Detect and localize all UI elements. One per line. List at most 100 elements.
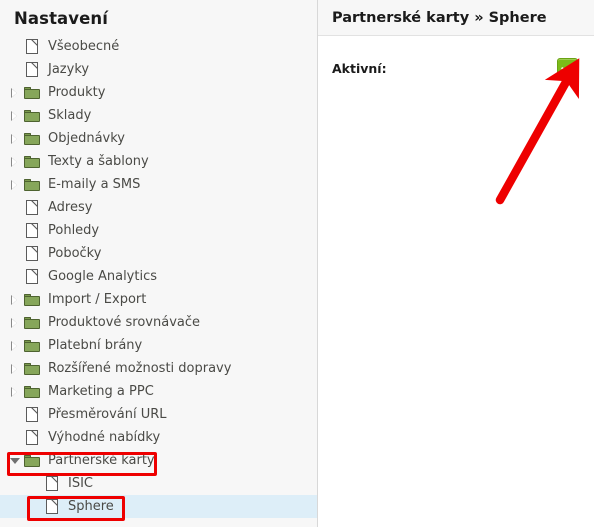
tree-item-isic[interactable]: ISIC [0, 472, 317, 495]
tree-item-objedn-vky[interactable]: Objednávky [0, 127, 317, 150]
settings-tree: Všeobecné Jazyky Produkty Sklady Objednávky T… [0, 35, 317, 518]
tree-item-import-export[interactable]: Import / Export [0, 288, 317, 311]
tree-expander-spacer [8, 58, 21, 81]
tree-item-adresy[interactable]: Adresy [0, 196, 317, 219]
tree-expander-spacer [8, 265, 21, 288]
tree-expander-spacer [8, 35, 21, 58]
file-icon [23, 58, 41, 81]
tree-item-platebn-br-ny[interactable]: Platební brány [0, 334, 317, 357]
tree-item-label: Adresy [48, 200, 93, 215]
folder-icon [23, 380, 41, 403]
tree-item-marketing-a-ppc[interactable]: Marketing a PPC [0, 380, 317, 403]
file-icon [23, 242, 41, 265]
chevron-right-icon[interactable] [11, 179, 17, 190]
tree-expander[interactable] [8, 380, 21, 403]
chevron-right-icon[interactable] [11, 340, 17, 351]
tree-item-label: ISIC [68, 476, 93, 491]
tree-expander[interactable] [8, 334, 21, 357]
tree-item-pobo-ky[interactable]: Pobočky [0, 242, 317, 265]
tree-item-v-eobecn[interactable]: Všeobecné [0, 35, 317, 58]
tree-expander[interactable] [8, 127, 21, 150]
tree-expander[interactable] [8, 357, 21, 380]
tree-item-label: Pobočky [48, 246, 102, 261]
chevron-right-icon[interactable] [11, 87, 17, 98]
tree-item-label: Pohledy [48, 223, 100, 238]
tree-item-label: Platební brány [48, 338, 143, 353]
tree-item-sphere[interactable]: Sphere [0, 495, 317, 518]
aktivni-field [557, 58, 578, 79]
tree-expander-spacer [8, 219, 21, 242]
check-icon [560, 63, 574, 74]
folder-icon [23, 127, 41, 150]
tree-item-label: Objednávky [48, 131, 126, 146]
tree-item-label: Partnerské karty [48, 453, 155, 468]
tree-item-label: Sphere [68, 499, 114, 514]
aktivni-checkbox[interactable] [557, 58, 578, 79]
tree-item-label: Jazyky [48, 62, 90, 77]
folder-icon [23, 173, 41, 196]
folder-icon [23, 104, 41, 127]
folder-icon [23, 288, 41, 311]
tree-expander-spacer [28, 472, 41, 495]
chevron-right-icon[interactable] [11, 363, 17, 374]
form-row-aktivni: Aktivní: [318, 36, 594, 79]
tree-item-label: Přesměrování URL [48, 407, 167, 422]
tree-expander[interactable] [8, 311, 21, 334]
sidebar-title: Nastavení [14, 9, 109, 28]
file-icon [23, 35, 41, 58]
tree-item-produkty[interactable]: Produkty [0, 81, 317, 104]
file-icon [23, 265, 41, 288]
chevron-right-icon[interactable] [11, 317, 17, 328]
tree-expander[interactable] [8, 150, 21, 173]
file-icon [43, 495, 61, 518]
tree-expander[interactable] [8, 288, 21, 311]
tree-item-e-maily-a-sms[interactable]: E-maily a SMS [0, 173, 317, 196]
file-icon [23, 219, 41, 242]
tree-item-produktov-srovn-va-e[interactable]: Produktové srovnávače [0, 311, 317, 334]
tree-item-label: Výhodné nabídky [48, 430, 161, 445]
chevron-right-icon[interactable] [11, 156, 17, 167]
breadcrumb-title: Partnerské karty » Sphere [332, 9, 547, 26]
tree-item-label: Texty a šablony [48, 154, 149, 169]
chevron-right-icon[interactable] [11, 133, 17, 144]
chevron-right-icon[interactable] [11, 110, 17, 121]
folder-icon [23, 81, 41, 104]
folder-icon [23, 311, 41, 334]
tree-expander[interactable] [8, 104, 21, 127]
chevron-right-icon[interactable] [11, 386, 17, 397]
tree-item-label: Import / Export [48, 292, 147, 307]
folder-icon [23, 150, 41, 173]
tree-expander-spacer [8, 426, 21, 449]
file-icon [23, 403, 41, 426]
tree-expander-spacer [28, 495, 41, 518]
tree-expander[interactable] [8, 449, 21, 472]
tree-item-partnersk-karty[interactable]: Partnerské karty [0, 449, 317, 472]
folder-icon [23, 449, 41, 472]
tree-item-label: Sklady [48, 108, 92, 123]
settings-tree-page: Nastavení Všeobecné Jazyky Produkty Sklady O… [0, 0, 594, 527]
tree-item-label: Produktové srovnávače [48, 315, 201, 330]
tree-item-roz-en-mo-nosti-dopravy[interactable]: Rozšířené možnosti dopravy [0, 357, 317, 380]
tree-item-google-analytics[interactable]: Google Analytics [0, 265, 317, 288]
detail-panel-header: Partnerské karty » Sphere [318, 0, 594, 36]
tree-item-sklady[interactable]: Sklady [0, 104, 317, 127]
aktivni-label: Aktivní: [332, 61, 387, 76]
tree-item-label: Produkty [48, 85, 106, 100]
tree-item-p-esm-rov-n-url[interactable]: Přesměrování URL [0, 403, 317, 426]
tree-item-label: Google Analytics [48, 269, 158, 284]
detail-panel: Partnerské karty » Sphere Aktivní: [318, 0, 594, 527]
tree-item-v-hodn-nab-dky[interactable]: Výhodné nabídky [0, 426, 317, 449]
tree-expander[interactable] [8, 81, 21, 104]
file-icon [23, 196, 41, 219]
file-icon [23, 426, 41, 449]
tree-item-texty-a-ablony[interactable]: Texty a šablony [0, 150, 317, 173]
file-icon [43, 472, 61, 495]
tree-expander-spacer [8, 242, 21, 265]
tree-expander-spacer [8, 196, 21, 219]
tree-item-pohledy[interactable]: Pohledy [0, 219, 317, 242]
chevron-down-icon[interactable] [9, 458, 20, 464]
tree-item-label: Marketing a PPC [48, 384, 154, 399]
tree-expander[interactable] [8, 173, 21, 196]
tree-item-jazyky[interactable]: Jazyky [0, 58, 317, 81]
chevron-right-icon[interactable] [11, 294, 17, 305]
